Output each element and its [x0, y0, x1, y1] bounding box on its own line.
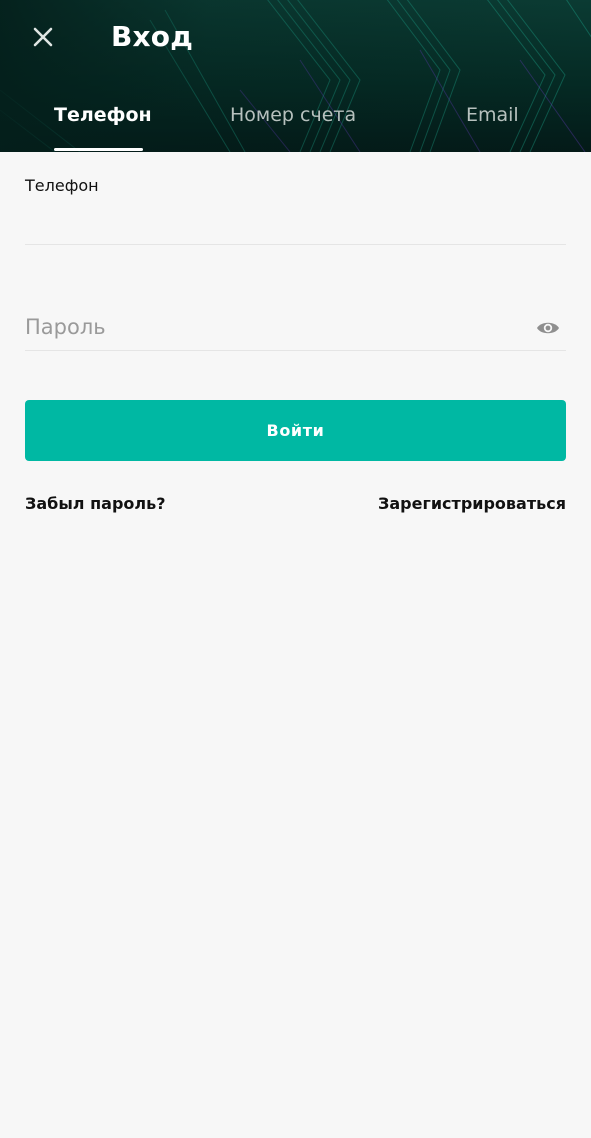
- active-tab-indicator: [54, 148, 143, 151]
- forgot-password-link[interactable]: Забыл пароль?: [25, 494, 166, 513]
- login-method-tabs: Телефон Номер счета Email: [0, 98, 591, 152]
- password-input[interactable]: [25, 310, 515, 344]
- phone-input[interactable]: [25, 204, 566, 238]
- password-field: [25, 300, 566, 351]
- eye-icon[interactable]: [536, 318, 560, 338]
- tab-email[interactable]: Email: [466, 104, 519, 126]
- close-icon: [33, 27, 53, 47]
- phone-field-label: Телефон: [25, 176, 99, 195]
- app-header: Вход Телефон Номер счета Email: [0, 0, 591, 152]
- tab-phone[interactable]: Телефон: [54, 104, 152, 126]
- login-button[interactable]: Войти: [25, 400, 566, 461]
- phone-field: Телефон: [25, 170, 566, 245]
- page-title: Вход: [111, 20, 194, 53]
- close-button[interactable]: [26, 20, 60, 54]
- tab-account-number[interactable]: Номер счета: [230, 104, 356, 126]
- register-link[interactable]: Зарегистрироваться: [378, 494, 566, 513]
